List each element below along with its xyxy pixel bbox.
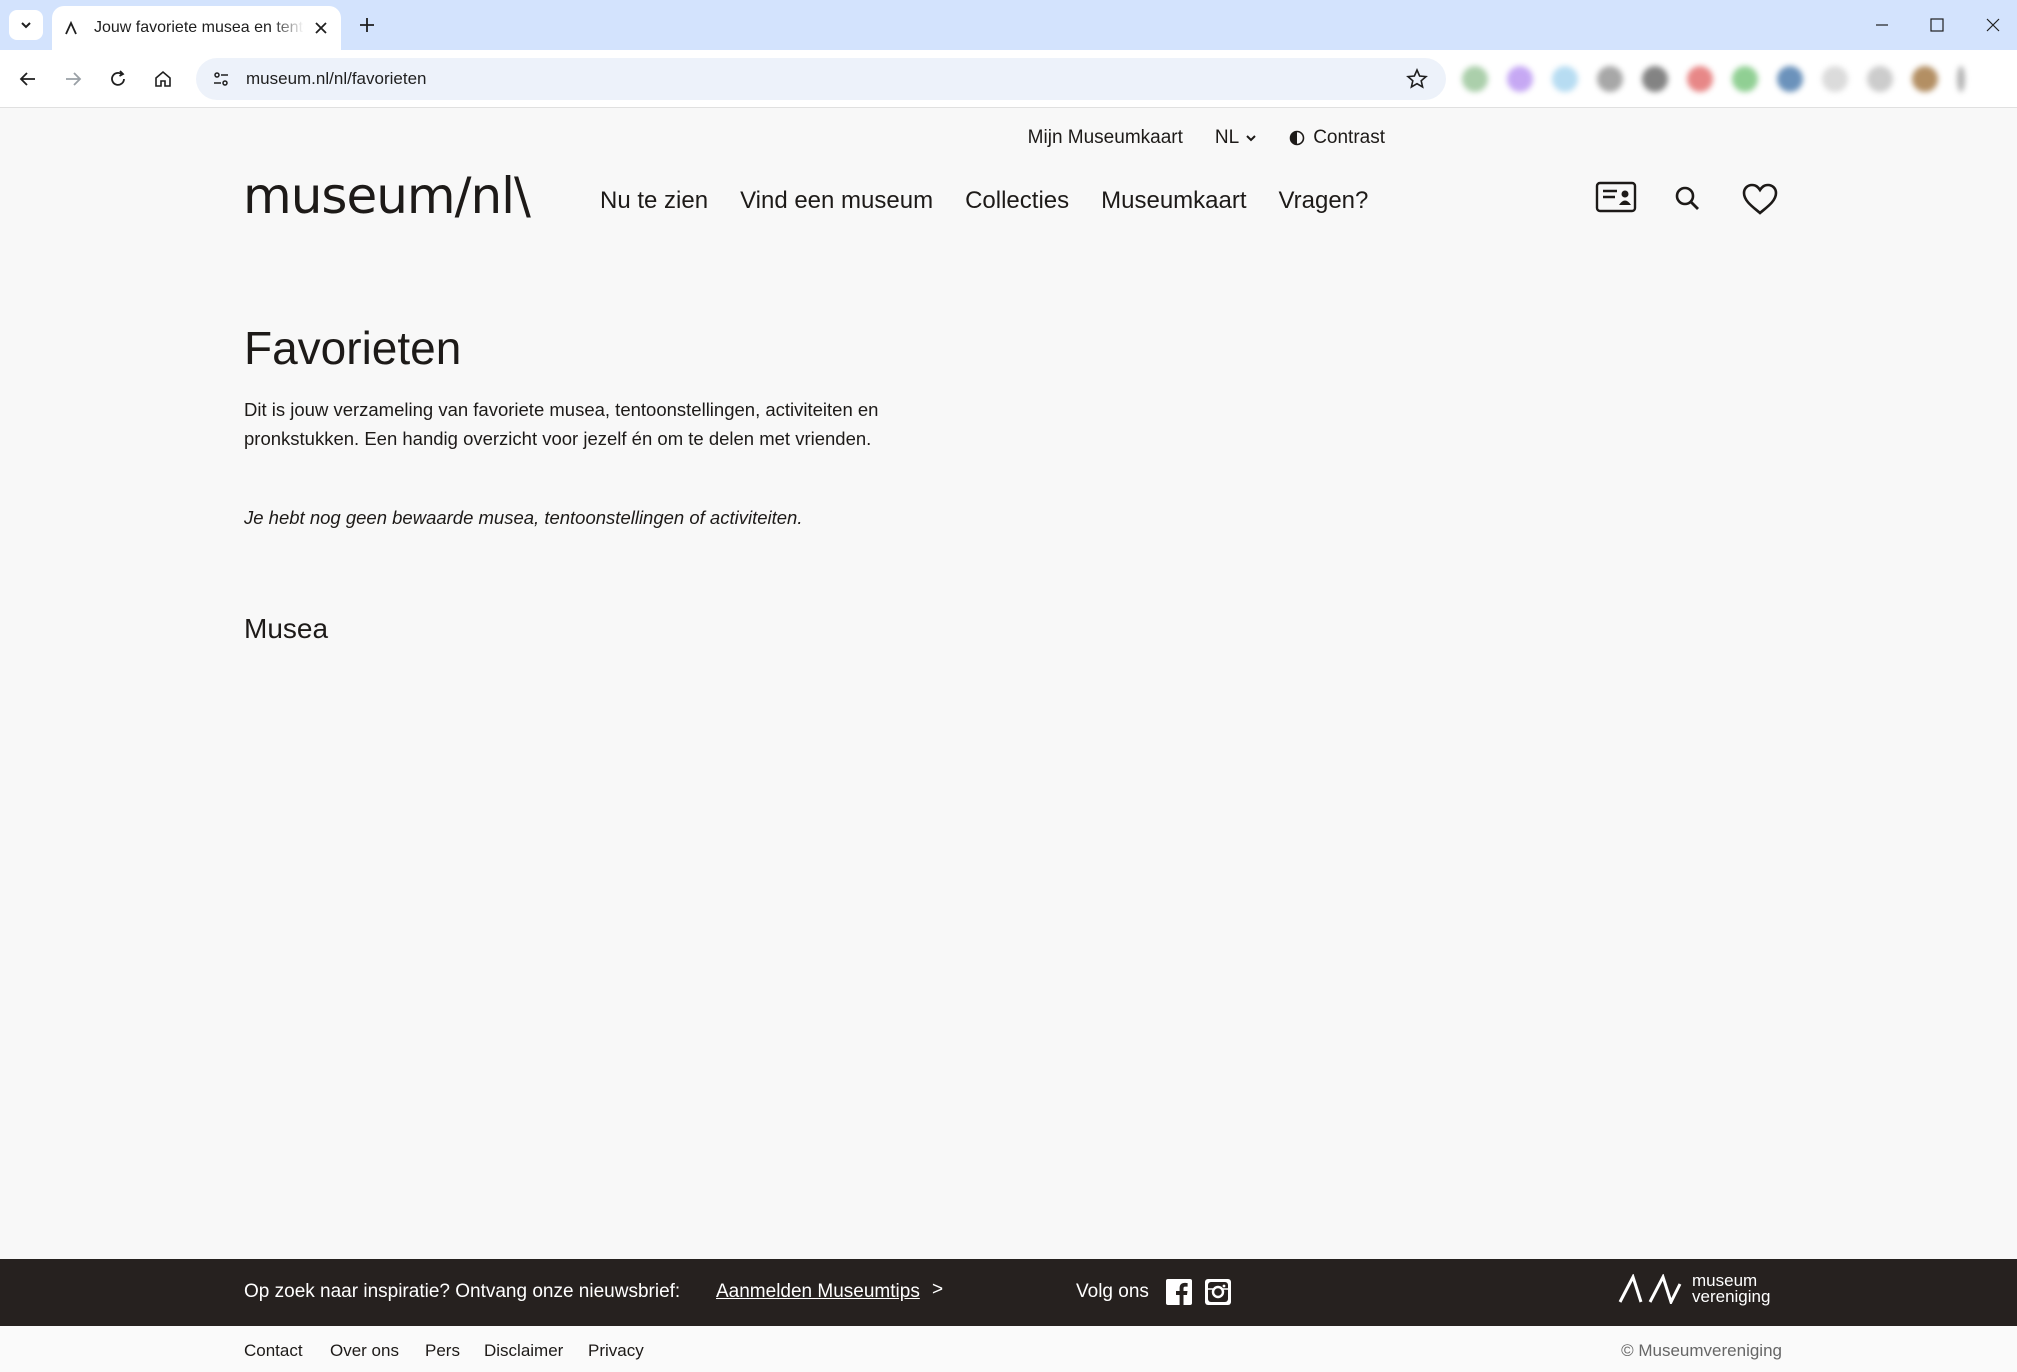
intro-text: Dit is jouw verzameling van favoriete mu… <box>244 399 879 449</box>
logo-text-line2: vereniging <box>1692 1287 1771 1306</box>
arrow-left-icon <box>19 72 35 86</box>
section-title-musea: Musea <box>244 613 329 644</box>
extension-icon[interactable] <box>1822 66 1848 92</box>
contrast-icon <box>1289 130 1305 146</box>
empty-state-text: Je hebt nog geen bewaarde musea, tentoon… <box>244 507 803 528</box>
footer-link-contact[interactable]: Contact <box>244 1341 303 1361</box>
reload-icon <box>111 70 125 86</box>
address-bar[interactable]: museum.nl/nl/favorieten <box>196 58 1446 100</box>
minimize-button[interactable] <box>1862 8 1902 42</box>
contrast-label: Contrast <box>1313 127 1385 148</box>
maximize-icon <box>1930 18 1944 32</box>
nav-item-vragen[interactable]: Vragen? <box>1279 187 1369 215</box>
browser-menu-icon[interactable] <box>1957 66 1965 92</box>
nav-item-nu-te-zien[interactable]: Nu te zien <box>600 187 708 215</box>
reload-button[interactable] <box>101 62 135 96</box>
home-icon <box>155 70 171 87</box>
extension-icon[interactable] <box>1687 66 1713 92</box>
home-button[interactable] <box>146 62 180 96</box>
footer-link-over-ons[interactable]: Over ons <box>330 1341 399 1361</box>
tab-title: Jouw favoriete musea en tentoonstellinge… <box>94 19 304 36</box>
footer-links: Contact Over ons Pers Disclaimer Privacy… <box>0 1326 2017 1372</box>
nav-item-vind-een-museum[interactable]: Vind een museum <box>740 187 933 215</box>
museum-favicon-icon <box>64 19 82 37</box>
close-window-button[interactable] <box>1973 8 2013 42</box>
extension-icon[interactable] <box>1777 66 1803 92</box>
extension-icon[interactable] <box>1867 66 1893 92</box>
extension-icon[interactable] <box>1732 66 1758 92</box>
minimize-icon <box>1876 24 1888 26</box>
my-museumkaart-link[interactable]: Mijn Museumkaart <box>1028 127 1183 149</box>
extension-icon[interactable] <box>1552 66 1578 92</box>
museumvereniging-mark-icon <box>1618 1274 1682 1304</box>
nav-item-museumkaart[interactable]: Museumkaart <box>1101 187 1246 215</box>
utility-nav: Mijn Museumkaart NL Contrast <box>1028 127 1385 149</box>
nav-item-collecties[interactable]: Collecties <box>965 187 1069 215</box>
forward-button[interactable] <box>56 62 90 96</box>
close-icon <box>1986 18 2000 32</box>
back-button[interactable] <box>11 62 45 96</box>
footer-link-disclaimer[interactable]: Disclaimer <box>484 1341 563 1361</box>
language-selector[interactable]: NL <box>1215 127 1257 149</box>
extension-icon[interactable] <box>1462 66 1488 92</box>
page-content: Mijn Museumkaart NL Contrast museum/nl\ … <box>0 109 2017 1372</box>
newsletter-text: Op zoek naar inspiratie? Ontvang onze ni… <box>244 1281 681 1302</box>
browser-tab-bar: Jouw favoriete musea en tentoonstellinge… <box>0 0 2017 50</box>
page-title: Favorieten <box>244 322 462 374</box>
maximize-button[interactable] <box>1917 8 1957 42</box>
language-label: NL <box>1214 127 1240 148</box>
museumkaart-card-icon[interactable] <box>1594 180 1638 214</box>
browser-toolbar: museum.nl/nl/favorieten <box>0 50 2017 108</box>
new-tab-button[interactable] <box>354 12 380 38</box>
extensions-area <box>1462 66 1965 92</box>
footer-link-privacy[interactable]: Privacy <box>588 1341 644 1361</box>
site-info-icon[interactable] <box>204 62 238 96</box>
footer-link-pers[interactable]: Pers <box>425 1341 460 1361</box>
copyright-text: © Museumvereniging <box>1621 1341 1782 1360</box>
url-text: museum.nl/nl/favorieten <box>246 69 427 88</box>
search-icon[interactable] <box>1672 183 1702 213</box>
chevron-down-icon <box>1246 135 1256 142</box>
plus-icon <box>360 18 374 32</box>
favorites-heart-icon[interactable] <box>1740 181 1780 217</box>
active-tab[interactable]: Jouw favoriete musea en tentoonstellinge… <box>52 6 341 50</box>
museumvereniging-logo[interactable]: museum vereniging <box>1618 1272 1771 1306</box>
close-tab-icon[interactable] <box>311 18 331 38</box>
extension-icon[interactable] <box>1507 66 1533 92</box>
extension-icon[interactable] <box>1642 66 1668 92</box>
arrow-right-icon <box>66 72 82 86</box>
follow-us-label: Volg ons <box>1076 1281 1149 1302</box>
profile-avatar[interactable] <box>1912 66 1938 92</box>
site-logo[interactable]: museum/nl\ <box>243 167 531 225</box>
chevron-down-icon <box>21 22 31 29</box>
main-navigation: Nu te zien Vind een museum Collecties Mu… <box>600 187 1368 215</box>
facebook-icon[interactable] <box>1166 1279 1192 1305</box>
newsletter-signup-link[interactable]: Aanmelden Museumtips <box>716 1281 920 1303</box>
bookmark-star-icon[interactable] <box>1406 68 1428 90</box>
newsletter-footer-bar: Op zoek naar inspiratie? Ontvang onze ni… <box>0 1259 2017 1326</box>
tab-search-button[interactable] <box>9 10 43 40</box>
instagram-icon[interactable] <box>1205 1279 1231 1305</box>
extension-icon[interactable] <box>1597 66 1623 92</box>
newsletter-arrow: > <box>932 1279 944 1300</box>
contrast-toggle[interactable]: Contrast <box>1289 127 1385 149</box>
